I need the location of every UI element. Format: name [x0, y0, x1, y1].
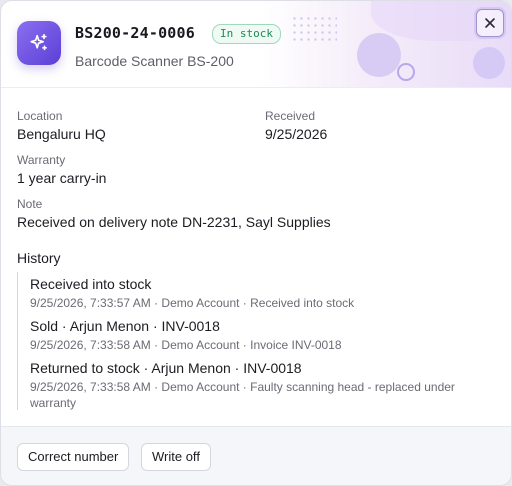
- decor-dot-grid: [291, 15, 337, 43]
- history-item: Received into stock 9/25/2026, 7:33:57 A…: [30, 276, 480, 311]
- history-timeline: Received into stock 9/25/2026, 7:33:57 A…: [17, 272, 488, 410]
- history-item: Sold · Arjun Menon · INV-0018 9/25/2026,…: [30, 318, 480, 353]
- correct-number-button[interactable]: Correct number: [17, 443, 130, 471]
- sparkles-icon: [17, 21, 61, 65]
- write-off-button[interactable]: Write off: [141, 443, 211, 471]
- serial-number-title: BS200-24-0006: [75, 24, 195, 42]
- decor-ring: [397, 63, 415, 81]
- close-icon: [485, 18, 495, 28]
- close-button[interactable]: [476, 9, 504, 37]
- serial-detail-card: BS200-24-0006 In stock Barcode Scanner B…: [0, 0, 512, 486]
- history-item-title: Sold · Arjun Menon · INV-0018: [30, 318, 220, 334]
- card-footer: Correct number Write off: [1, 426, 511, 485]
- history-item-meta: 9/25/2026, 7:33:57 AM · Demo Account · R…: [30, 296, 355, 310]
- history-item-title: Returned to stock · Arjun Menon · INV-00…: [30, 360, 302, 376]
- status-badge: In stock: [212, 24, 281, 44]
- product-name: Barcode Scanner BS-200: [75, 53, 234, 69]
- decor-circle: [357, 33, 401, 77]
- location-value: Bengaluru HQ: [17, 126, 106, 142]
- history-item-meta: 9/25/2026, 7:33:58 AM · Demo Account · F…: [30, 380, 455, 410]
- history-item-meta: 9/25/2026, 7:33:58 AM · Demo Account · I…: [30, 338, 342, 352]
- card-header: BS200-24-0006 In stock Barcode Scanner B…: [1, 1, 511, 88]
- history-item: Returned to stock · Arjun Menon · INV-00…: [30, 360, 480, 411]
- received-value: 9/25/2026: [265, 126, 328, 142]
- decor-circle: [473, 47, 505, 79]
- warranty-label: Warranty: [17, 153, 66, 167]
- warranty-value: 1 year carry-in: [17, 170, 107, 186]
- location-label: Location: [17, 109, 63, 123]
- received-label: Received: [265, 109, 316, 123]
- note-value: Received on delivery note DN-2231, Sayl …: [17, 214, 331, 230]
- history-item-title: Received into stock: [30, 276, 152, 292]
- history-title: History: [17, 250, 61, 266]
- note-label: Note: [17, 197, 43, 211]
